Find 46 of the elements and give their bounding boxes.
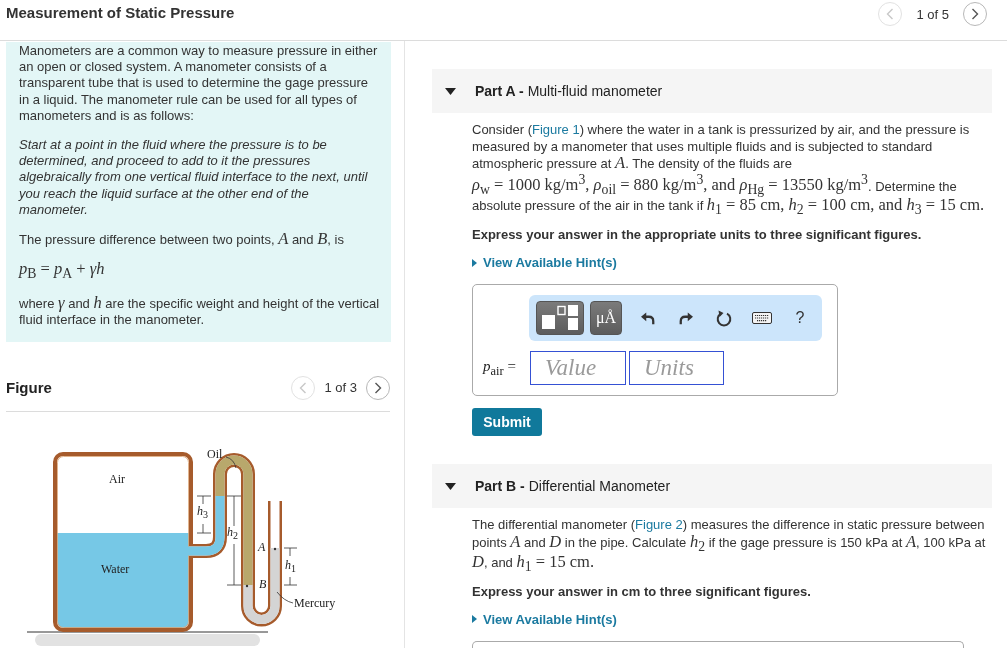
keyboard-icon [752, 312, 772, 325]
dimension-label: h$_{3}$ [197, 504, 208, 522]
submit-button[interactable]: Submit [472, 408, 542, 437]
chevron-right-icon [971, 8, 979, 20]
redo-icon [679, 311, 693, 325]
undo-icon [641, 311, 655, 325]
value-input[interactable]: Value [530, 351, 626, 386]
point-label: A [258, 540, 266, 554]
fluid-label: Oil [207, 447, 223, 461]
dimension-label: h$_{1}$ [285, 558, 296, 576]
next-button[interactable] [963, 2, 987, 26]
help-button[interactable]: ? [784, 301, 816, 336]
problem-statement: The differential manometer (Figure 2) measures the difference in static pressure between points A and D in the pipe. Calculate h$_{2}$ if the gage pressure is 150 kPa at A, 100 kPa at D, and h$_{1}$ = 15 cm. [472, 517, 987, 574]
hint-link[interactable]: View Available Hint(s) [472, 610, 617, 628]
templates-button[interactable] [536, 301, 584, 336]
instruction-text: Express your answer in the appropriate units to three significant figures. [472, 226, 923, 244]
page-counter: 1 of 5 [916, 6, 949, 22]
part-header[interactable]: Part B - Differential Manometer [432, 464, 992, 509]
point-label: B [259, 577, 267, 591]
units-button[interactable]: μÅ [590, 301, 622, 336]
templates-icon [542, 305, 578, 332]
instruction-text: Express your answer in cm to three significant figures. [472, 582, 812, 600]
fluid-label: Mercury [294, 596, 336, 610]
chevron-left-icon [886, 8, 895, 20]
fluid-label: Water [101, 562, 130, 576]
figure-counter: 1 of 3 [324, 380, 357, 396]
chevron-left-icon [299, 381, 308, 394]
figure-link[interactable]: Figure 1 [531, 122, 580, 137]
intro-paragraph: where γ and h are the specific weight and height of the vertical fluid interface in the manometer. [19, 295, 381, 329]
hint-link[interactable]: View Available Hint(s) [472, 254, 617, 272]
intro-paragraph: Start at a point in the fluid where the pressure is to be determined, and proceed to add to it the pressures algebraically from one vertical fluid interface to the next, until you reach the liquid surface at the other end of the manometer. [19, 137, 369, 219]
part-header[interactable]: Part A - Multi-fluid manometer [432, 69, 992, 113]
answer-variable: p$_{air}$ = [483, 357, 517, 379]
reset-icon [716, 309, 732, 327]
dimension-label: h$_{2}$ [227, 525, 238, 543]
figure-link[interactable]: Figure 2 [635, 517, 683, 533]
fluid-label: Air [109, 472, 125, 486]
formula: p$_{B}$ = p$_{A}$ + γh [19, 261, 106, 282]
problem-statement: Consider (Figure 1) where the water in a tank is pressurized by air, and the pressure is measured by a manometer that uses multiple fluids and is subjected to standard atmospheric pressure at A. The density of the fluids are ρ$_{w}$ = 1000 kg/m$^{3}$, ρ$_{oil}$ = 880 kg/m$^{3}$, and ρ$_{Hg}$ = 13550 kg/m$^{3}$. Determine the absolute pressure of the air in the tank if h$_{1}$ = 85 cm, h$_{2}$ = 100 cm, and h$_{3}$ = 15 cm. [472, 122, 986, 218]
next-button[interactable] [366, 375, 390, 400]
intro-paragraph: Manometers are a common way to measure pressure in either an open or closed system. A manometer consists of a transparent tube that is used to determine the gage pressure in a liquid. The manometer rule can be used for all types of manometers and is as follows: [19, 43, 379, 124]
chevron-right-icon [374, 381, 382, 394]
figure-heading: Figure [6, 379, 52, 397]
units-input[interactable]: Units [629, 351, 724, 386]
intro-paragraph: The pressure difference between two points, A and B, is [19, 231, 345, 249]
page-title: Measurement of Static Pressure [6, 4, 235, 22]
